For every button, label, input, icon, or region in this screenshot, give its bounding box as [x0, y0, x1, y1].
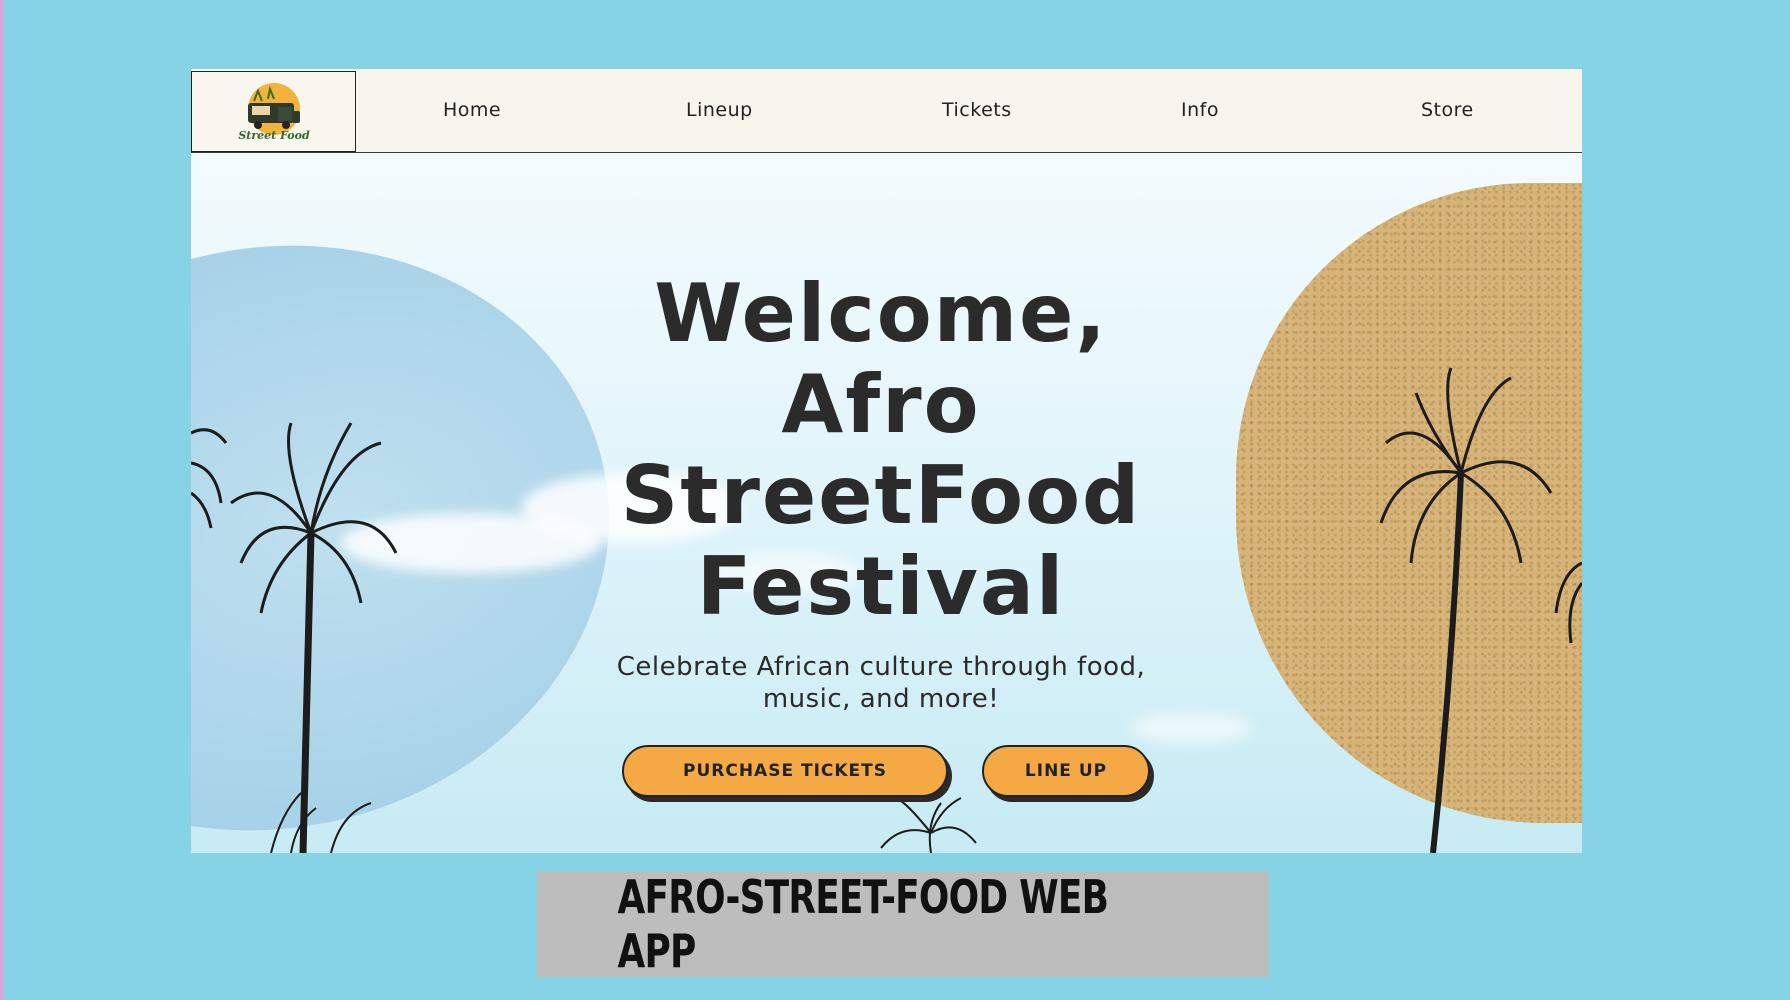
line-up-button[interactable]: LINE UP — [982, 745, 1150, 797]
caption-text: AFRO-STREET-FOOD WEB APP — [617, 870, 1109, 978]
palm-fronds-right-edge-icon — [1554, 561, 1582, 644]
caption-banner: AFRO-STREET-FOOD WEB APP — [537, 870, 1269, 978]
logo-text: Street Food — [238, 129, 310, 142]
site-logo[interactable]: Street Food — [191, 71, 356, 152]
hero-title: Welcome, Afro StreetFood Festival — [481, 268, 1281, 632]
hero-subtitle-line: Celebrate African culture through food, — [616, 652, 1146, 682]
hero-subtitle: Celebrate African culture through food, … — [481, 651, 1281, 715]
palm-fronds-edge-icon — [191, 428, 228, 529]
hero-title-line: Festival — [696, 540, 1066, 633]
hero-section: Welcome, Afro StreetFood Festival Celebr… — [191, 153, 1582, 853]
cloud — [1131, 713, 1251, 743]
palm-small-bottom-icon — [880, 797, 977, 853]
nav-store[interactable]: Store — [1421, 99, 1474, 121]
left-edge-strip — [0, 0, 3, 1000]
food-truck-logo-icon: Street Food — [238, 82, 310, 142]
hero-title-line: StreetFood — [620, 449, 1142, 542]
website-screenshot: Street Food Home Lineup Tickets Info Sto… — [191, 69, 1582, 853]
nav-info[interactable]: Info — [1181, 99, 1219, 121]
top-navigation: Street Food Home Lineup Tickets Info Sto… — [191, 69, 1582, 153]
hero-title-line: Welcome, — [654, 267, 1108, 360]
purchase-tickets-button[interactable]: PURCHASE TICKETS — [622, 745, 948, 797]
nav-lineup[interactable]: Lineup — [686, 99, 753, 121]
palm-tree-right-icon — [1379, 367, 1553, 853]
nav-home[interactable]: Home — [443, 99, 501, 121]
hero-title-line: Afro — [781, 358, 981, 451]
palm-tree-left-icon — [230, 422, 398, 853]
nav-tickets[interactable]: Tickets — [942, 99, 1012, 121]
hero-subtitle-line: music, and more! — [762, 684, 1000, 714]
